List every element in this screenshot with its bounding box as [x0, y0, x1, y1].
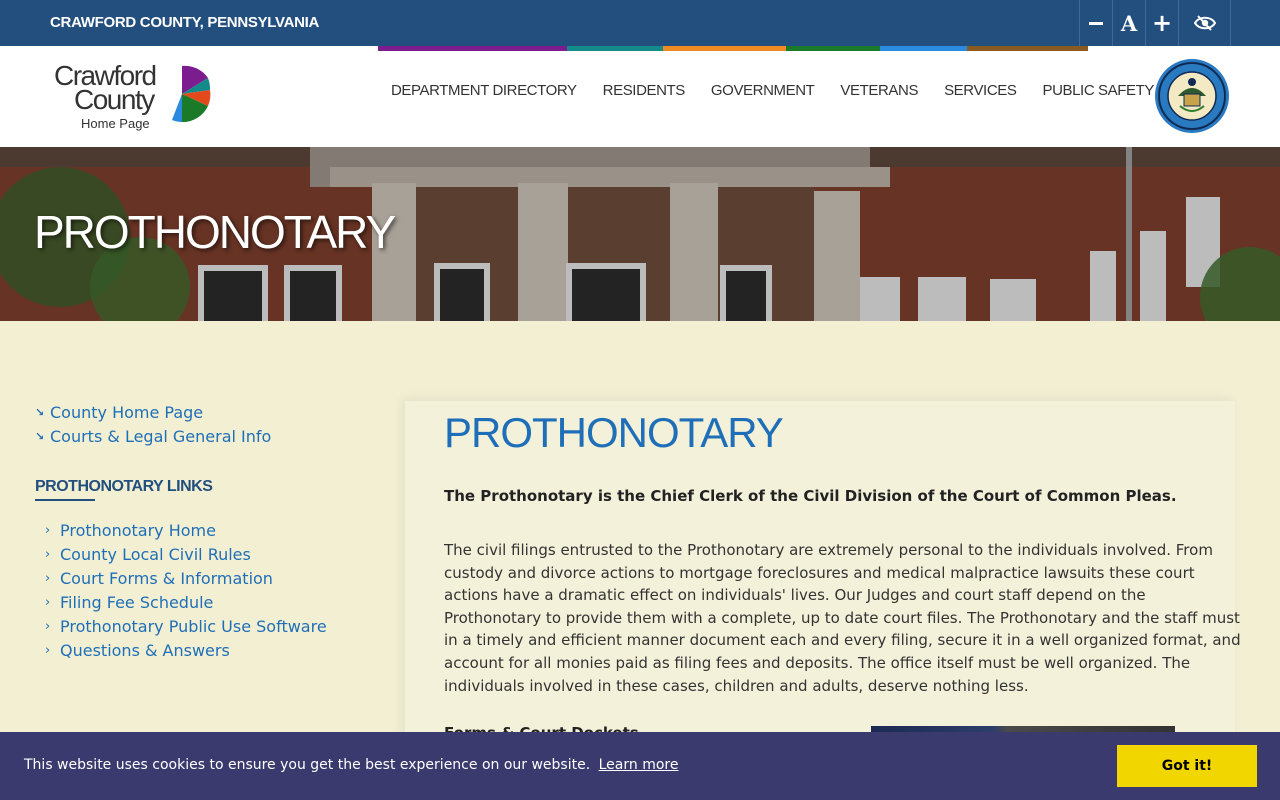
sidebar-link-courts-legal[interactable]: ↘ Courts & Legal General Info	[35, 424, 365, 448]
nav-color-strip-3	[663, 46, 786, 51]
sidebar-link-county-home[interactable]: ↘ County Home Page	[35, 400, 365, 424]
sidebar-item-label: Court Forms & Information	[60, 568, 273, 588]
arrow-down-right-icon: ↘	[35, 405, 45, 419]
accessibility-tools: A +	[1079, 0, 1280, 46]
sidebar-item-label: Prothonotary Home	[60, 520, 216, 540]
sidebar-link-label: Courts & Legal General Info	[50, 426, 272, 446]
body-paragraph: The civil filings entrusted to the Proth…	[444, 541, 1241, 695]
minus-icon	[1089, 21, 1103, 25]
chevron-right-icon: ›	[45, 642, 51, 658]
cookie-message-text: This website uses cookies to ensure you …	[24, 757, 591, 773]
nav-color-strip-6	[967, 46, 1088, 51]
cookie-consent-bar: This website uses cookies to ensure you …	[0, 732, 1280, 800]
toolbar-spacer	[1230, 0, 1280, 46]
county-name: CRAWFORD COUNTY, PENNSYLVANIA	[50, 14, 320, 31]
nav-public-safety[interactable]: PUBLIC SAFETY	[1029, 82, 1167, 99]
nav-department-directory[interactable]: DEPARTMENT DIRECTORY	[378, 82, 590, 99]
arrow-down-right-icon: ↘	[35, 429, 45, 443]
cookie-learn-more-link[interactable]: Learn more	[599, 757, 679, 773]
sidebar-item-prothonotary-home[interactable]: › Prothonotary Home	[35, 518, 365, 542]
logo-line-2: County	[74, 84, 155, 115]
nav-government[interactable]: GOVERNMENT	[698, 82, 828, 99]
nav-services[interactable]: SERVICES	[931, 82, 1029, 99]
sidebar-item-questions-answers[interactable]: › Questions & Answers	[35, 638, 365, 662]
lead-paragraph: The Prothonotary is the Chief Clerk of t…	[444, 487, 1177, 505]
sidebar: ↘ County Home Page ↘ Courts & Legal Genera…	[35, 400, 365, 662]
contrast-toggle-button[interactable]	[1178, 0, 1230, 46]
site-header: Crawford County Home Page DEPARTMENT DIR…	[0, 46, 1280, 147]
sidebar-link-label: County Home Page	[50, 402, 204, 422]
chevron-right-icon: ›	[45, 546, 51, 562]
nav-color-strip-1	[378, 46, 567, 51]
nav-color-strip-5	[880, 46, 967, 51]
county-seal-icon[interactable]	[1154, 58, 1230, 134]
increase-text-button[interactable]: +	[1145, 0, 1178, 46]
sidebar-item-label: County Local Civil Rules	[60, 544, 251, 564]
sidebar-top-links: ↘ County Home Page ↘ Courts & Legal Genera…	[35, 400, 365, 448]
main-navigation: DEPARTMENT DIRECTORY RESIDENTS GOVERNMEN…	[378, 82, 1167, 99]
sidebar-heading: PROTHONOTARY LINKS	[35, 478, 213, 495]
sidebar-heading-underline	[35, 499, 95, 501]
prothonotary-links-list: › Prothonotary Home › County Local Civil R…	[35, 518, 365, 662]
eye-slash-icon	[1193, 15, 1216, 31]
chevron-right-icon: ›	[45, 522, 51, 538]
nav-residents[interactable]: RESIDENTS	[590, 82, 698, 99]
nav-color-strip-4	[786, 46, 880, 51]
site-logo-home-link[interactable]: Crawford County Home Page	[54, 62, 220, 136]
sidebar-item-court-forms[interactable]: › Court Forms & Information	[35, 566, 365, 590]
sidebar-item-public-use-software[interactable]: › Prothonotary Public Use Software	[35, 614, 365, 638]
logo-home-page-label: Home Page	[81, 116, 150, 131]
sidebar-item-filing-fee-schedule[interactable]: › Filing Fee Schedule	[35, 590, 365, 614]
top-utility-bar: CRAWFORD COUNTY, PENNSYLVANIA A +	[0, 0, 1280, 46]
logo-pie-icon	[172, 65, 211, 122]
plus-icon: +	[1151, 9, 1173, 37]
sidebar-item-label: Prothonotary Public Use Software	[60, 616, 327, 636]
hero-title: PROTHONOTARY	[34, 206, 396, 258]
nav-color-strip-2	[567, 46, 663, 51]
nav-veterans[interactable]: VETERANS	[827, 82, 931, 99]
hero-banner: PROTHONOTARY	[0, 147, 1280, 321]
page-title: PROTHONOTARY	[444, 409, 784, 456]
chevron-right-icon: ›	[45, 594, 51, 610]
chevron-right-icon: ›	[45, 618, 51, 634]
cookie-accept-button[interactable]: Got it!	[1117, 745, 1257, 787]
chevron-right-icon: ›	[45, 570, 51, 586]
sidebar-item-label: Questions & Answers	[60, 640, 230, 660]
cookie-message: This website uses cookies to ensure you …	[24, 757, 678, 773]
reset-text-button[interactable]: A	[1112, 0, 1145, 46]
sidebar-item-local-civil-rules[interactable]: › County Local Civil Rules	[35, 542, 365, 566]
font-size-icon: A	[1120, 10, 1138, 36]
decrease-text-button[interactable]	[1079, 0, 1112, 46]
sidebar-item-label: Filing Fee Schedule	[60, 592, 214, 612]
